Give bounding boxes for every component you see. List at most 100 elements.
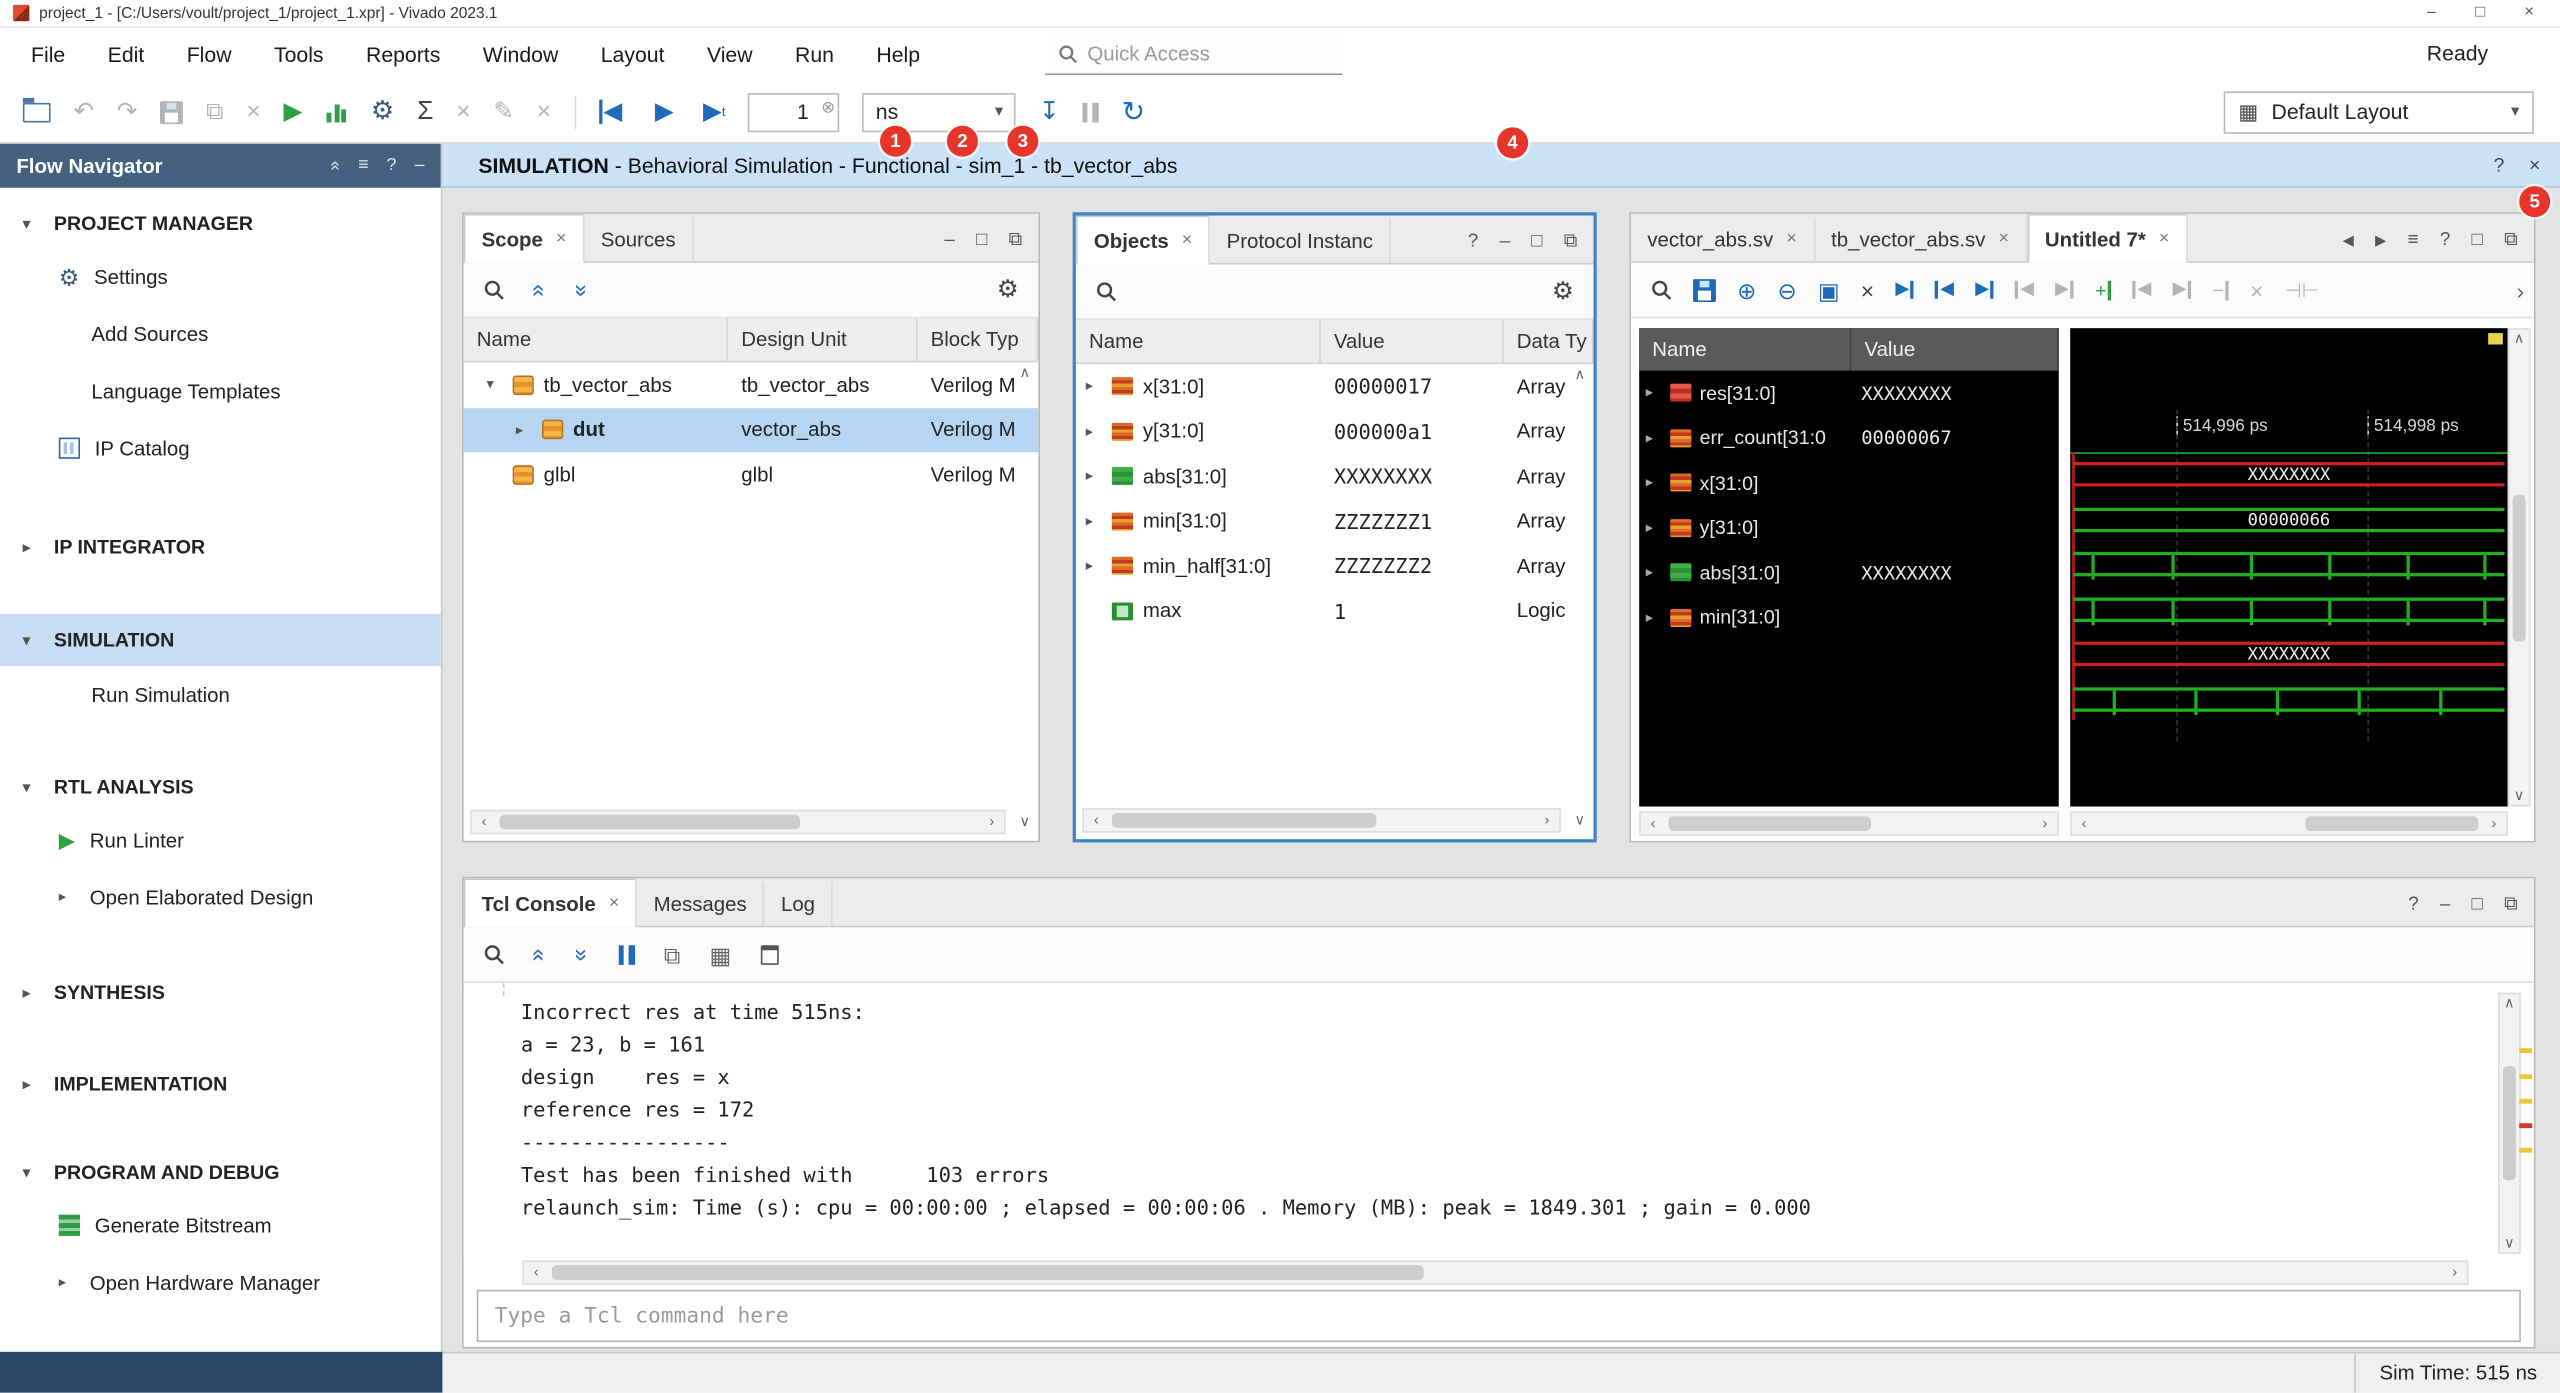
close-tab-icon[interactable]: × bbox=[1998, 230, 2009, 248]
column-name[interactable]: Name bbox=[464, 318, 728, 360]
close-simulation-icon[interactable]: × bbox=[2529, 155, 2540, 175]
scroll-thumb[interactable] bbox=[1669, 816, 1871, 831]
wave-signal-row[interactable]: ▸y[31:0] bbox=[1639, 505, 2059, 550]
window-minimize-icon[interactable]: – bbox=[2427, 5, 2436, 21]
nav-item-generate-bitstream[interactable]: Generate Bitstream bbox=[0, 1197, 441, 1254]
scroll-up-icon[interactable]: ∧ bbox=[2504, 996, 2515, 1011]
tab-objects[interactable]: Objects × bbox=[1076, 216, 1210, 265]
nav-section-project-manager[interactable]: ▾ PROJECT MANAGER bbox=[0, 199, 441, 248]
next-transition-icon[interactable]: ▶ bbox=[1975, 281, 1994, 299]
prev-tab-icon[interactable]: ◀ bbox=[2343, 233, 2354, 248]
menu-help[interactable]: Help bbox=[855, 34, 941, 75]
tab-messages[interactable]: Messages bbox=[637, 882, 764, 926]
chevron-right-icon[interactable]: ▸ bbox=[1086, 559, 1102, 574]
chevron-right-icon[interactable]: ▸ bbox=[1646, 565, 1662, 580]
tab-tcl-console[interactable]: Tcl Console × bbox=[464, 878, 638, 927]
column-name[interactable]: Name bbox=[1076, 320, 1321, 362]
maximize-panel-icon[interactable]: □ bbox=[976, 231, 987, 250]
scroll-thumb[interactable] bbox=[1112, 813, 1376, 828]
column-value[interactable]: Value bbox=[1851, 328, 2058, 370]
menu-file[interactable]: File bbox=[10, 34, 87, 75]
float-panel-icon[interactable]: ⧉ bbox=[1564, 233, 1577, 252]
wave-bus-res[interactable]: XXXXXXXX bbox=[2073, 462, 2504, 486]
scroll-right-icon[interactable]: › bbox=[2033, 816, 2057, 831]
discard-icon[interactable]: × bbox=[537, 100, 551, 124]
wave-cursor[interactable] bbox=[2072, 452, 2075, 720]
scroll-thumb[interactable] bbox=[552, 1265, 1423, 1280]
scroll-thumb[interactable] bbox=[2513, 494, 2526, 641]
remove-cursor-icon[interactable]: × bbox=[1861, 278, 1874, 301]
collapse-all-icon[interactable]: « bbox=[326, 161, 344, 171]
vertical-scrollbar[interactable]: ∧ ∨ bbox=[2508, 328, 2531, 806]
help-icon[interactable]: ? bbox=[387, 157, 397, 175]
wave-signal-row[interactable]: ▸min[31:0] bbox=[1639, 595, 2059, 640]
window-maximize-icon[interactable]: □ bbox=[2475, 5, 2485, 21]
table-row[interactable]: max 1 Logic bbox=[1076, 589, 1594, 634]
last-event-icon[interactable]: ▶ bbox=[2055, 281, 2074, 299]
prev-marker-icon[interactable]: ◀ bbox=[2133, 281, 2152, 299]
nav-section-synthesis[interactable]: ▸ SYNTHESIS bbox=[0, 968, 441, 1017]
column-design-unit[interactable]: Design Unit bbox=[728, 318, 917, 360]
tab-sources[interactable]: Sources bbox=[584, 217, 693, 261]
wave-bus-y[interactable] bbox=[2073, 598, 2504, 622]
relaunch-icon[interactable]: ↻ bbox=[1122, 98, 1145, 126]
horizontal-scrollbar[interactable]: ‹ › bbox=[470, 810, 1006, 834]
help-icon[interactable]: ? bbox=[2494, 155, 2505, 175]
menu-flow[interactable]: Flow bbox=[165, 34, 252, 75]
nav-item-add-sources[interactable]: Add Sources bbox=[0, 305, 441, 362]
redo-icon[interactable]: ↷ bbox=[117, 100, 138, 124]
maximize-panel-icon[interactable]: □ bbox=[2472, 231, 2483, 250]
wave-signal-row[interactable]: ▸res[31:0] XXXXXXXX bbox=[1639, 371, 2059, 416]
nav-item-open-elaborated-design[interactable]: ▸ Open Elaborated Design bbox=[0, 869, 441, 926]
search-icon[interactable] bbox=[483, 279, 504, 300]
table-row[interactable]: ▸ min_half[31:0] ZZZZZZZ2 Array bbox=[1076, 544, 1594, 589]
run-for-time-icon[interactable]: ▶t bbox=[703, 100, 726, 124]
tab-protocol-instances[interactable]: Protocol Instanc bbox=[1210, 219, 1391, 263]
marker-flag-icon[interactable] bbox=[2488, 333, 2503, 344]
step-icon[interactable]: ↧ bbox=[1039, 100, 1060, 124]
float-panel-icon[interactable]: ⧉ bbox=[1009, 231, 1022, 250]
remove-marker-icon[interactable]: − bbox=[2213, 280, 2229, 300]
settings-gear-icon[interactable]: ⚙ bbox=[997, 278, 1019, 302]
zoom-fit-icon[interactable]: ▣ bbox=[1818, 278, 1840, 301]
scroll-right-icon[interactable]: › bbox=[980, 815, 1004, 830]
wave-bus-err-count[interactable]: 00000066 bbox=[2073, 508, 2504, 532]
menu-window[interactable]: Window bbox=[462, 34, 580, 75]
table-row[interactable]: ▸ y[31:0] 000000a1 Array bbox=[1076, 409, 1594, 454]
menu-run[interactable]: Run bbox=[774, 34, 855, 75]
edit-pen-icon[interactable]: ✎ bbox=[493, 100, 514, 124]
run-all-icon[interactable]: ▶ bbox=[655, 100, 674, 124]
pause-output-icon[interactable] bbox=[618, 944, 634, 964]
column-value[interactable]: Value bbox=[1321, 320, 1504, 362]
column-block-type[interactable]: Block Typ bbox=[918, 318, 1039, 360]
zoom-in-icon[interactable]: ⊕ bbox=[1737, 278, 1756, 301]
tab-tb-vector-abs-sv[interactable]: tb_vector_abs.sv × bbox=[1815, 217, 2027, 261]
layout-select[interactable]: ▦ Default Layout ▾ bbox=[2224, 91, 2534, 133]
prev-transition-icon[interactable]: ◀ bbox=[1935, 281, 1954, 299]
chevron-right-icon[interactable]: ▸ bbox=[516, 422, 532, 437]
search-icon[interactable] bbox=[1096, 281, 1117, 302]
float-panel-icon[interactable]: ⧉ bbox=[2504, 231, 2517, 250]
nav-section-simulation[interactable]: ▾ SIMULATION bbox=[0, 614, 441, 666]
minimize-panel-icon[interactable]: – bbox=[414, 157, 424, 175]
nav-section-program-debug[interactable]: ▾ PROGRAM AND DEBUG bbox=[0, 1148, 441, 1197]
maximize-panel-icon[interactable]: □ bbox=[2472, 896, 2483, 915]
horizontal-scrollbar[interactable]: ‹ › bbox=[522, 1260, 2468, 1284]
table-row-selected[interactable]: ▸ dut vector_abs Verilog M bbox=[464, 407, 1039, 452]
scroll-down-icon[interactable]: ∨ bbox=[2514, 789, 2525, 804]
pause-icon[interactable] bbox=[1082, 102, 1098, 122]
wave-bus-abs[interactable]: XXXXXXXX bbox=[2073, 642, 2504, 666]
table-row[interactable]: ▸ x[31:0] 00000017 Array bbox=[1076, 364, 1594, 409]
menu-tools[interactable]: Tools bbox=[253, 34, 345, 75]
scroll-right-icon[interactable]: › bbox=[2482, 816, 2506, 831]
scroll-thumb[interactable] bbox=[2305, 816, 2478, 831]
minimize-panel-icon[interactable]: – bbox=[2440, 896, 2450, 915]
clear-console-icon[interactable] bbox=[761, 944, 779, 964]
scroll-left-icon[interactable]: ‹ bbox=[472, 815, 496, 830]
quick-access-box[interactable] bbox=[1045, 34, 1342, 75]
tcl-command-input[interactable] bbox=[478, 1291, 2519, 1340]
scroll-down-icon[interactable]: ∨ bbox=[1575, 813, 1586, 828]
search-icon[interactable] bbox=[1651, 279, 1672, 300]
scroll-right-icon[interactable]: › bbox=[1535, 813, 1559, 828]
run-flow-icon[interactable]: ▶ bbox=[283, 100, 302, 124]
